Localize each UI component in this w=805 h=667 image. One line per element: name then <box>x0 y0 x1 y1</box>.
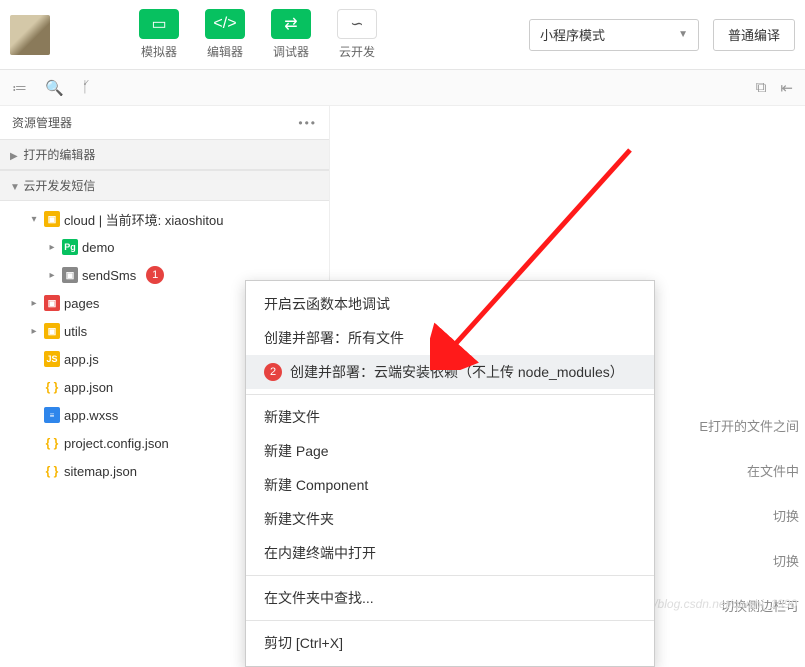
tree-cloud[interactable]: ▾ ▣ cloud | 当前环境: xiaoshitou <box>0 205 329 233</box>
ctx-deploy-cloud-deps[interactable]: 2 创建并部署：云端安装依赖（不上传 node_modules） <box>246 355 654 389</box>
hint-line: 在文件中 <box>747 461 799 480</box>
tree-cloud-label: cloud | 当前环境: xiaoshitou <box>64 210 223 229</box>
chevron-right-icon: ▸ <box>28 326 40 337</box>
app-header: ▭ 模拟器 </> 编辑器 ⇄ 调试器 ∽ 云开发 小程序模式 ▼ 普通编译 <box>0 0 805 70</box>
section-project[interactable]: ▼ 云开发发短信 <box>0 170 329 201</box>
chevron-down-icon: ▼ <box>10 182 20 193</box>
hint-line: 切换 <box>773 551 799 570</box>
debugger-label: 调试器 <box>273 43 309 60</box>
ctx-open-terminal[interactable]: 在内建终端中打开 <box>246 536 654 570</box>
tree-appjs-label: app.js <box>64 352 99 367</box>
device-icon: ▭ <box>151 14 166 34</box>
search-icon[interactable]: 🔍 <box>45 79 64 97</box>
sidebar-toolbar: ≔ 🔍 ᚶ ⧉ ⇤ <box>0 70 805 106</box>
ctx-cut[interactable]: 剪切 [Ctrl+X] <box>246 626 654 660</box>
hint-line: 切换 <box>773 506 799 525</box>
avatar <box>10 15 50 55</box>
more-icon[interactable]: ••• <box>298 116 317 130</box>
json-icon: { } <box>44 463 60 479</box>
tree-demo-label: demo <box>82 240 115 255</box>
ctx-new-file[interactable]: 新建文件 <box>246 400 654 434</box>
separator <box>246 394 654 395</box>
folder-orange-icon: ▣ <box>44 323 60 339</box>
editor-button[interactable]: </> 编辑器 <box>196 9 254 60</box>
folder-grey-icon: ▣ <box>62 267 78 283</box>
branch-icon[interactable]: ᚶ <box>82 79 91 96</box>
panel-icon[interactable]: ⧉ <box>756 79 767 97</box>
tool-group: ▭ 模拟器 </> 编辑器 ⇄ 调试器 ∽ 云开发 <box>130 9 386 60</box>
tree-utils-label: utils <box>64 324 87 339</box>
panel-title: 资源管理器 <box>12 114 72 131</box>
ctx-new-folder[interactable]: 新建文件夹 <box>246 502 654 536</box>
badge-1: 1 <box>146 266 164 284</box>
cloud-dev-button[interactable]: ∽ 云开发 <box>328 9 386 60</box>
compile-button[interactable]: 普通编译 <box>713 19 795 51</box>
js-icon: JS <box>44 351 60 367</box>
chevron-right-icon: ▸ <box>28 298 40 309</box>
tree-appwxss-label: app.wxss <box>64 408 118 423</box>
cloud-dev-label: 云开发 <box>339 43 375 60</box>
simulator-label: 模拟器 <box>141 43 177 60</box>
ctx-local-debug[interactable]: 开启云函数本地调试 <box>246 287 654 321</box>
badge-2: 2 <box>264 363 282 381</box>
collapse-icon[interactable]: ⇤ <box>780 79 793 97</box>
tree-sitemap-label: sitemap.json <box>64 464 137 479</box>
ctx-new-component[interactable]: 新建 Component <box>246 468 654 502</box>
chevron-down-icon: ▼ <box>678 29 688 40</box>
debugger-button[interactable]: ⇄ 调试器 <box>262 9 320 60</box>
folder-green-icon: Pg <box>62 239 78 255</box>
wxss-icon: ≡ <box>44 407 60 423</box>
chevron-right-icon: ▶ <box>10 151 20 162</box>
context-menu: 开启云函数本地调试 创建并部署：所有文件 2 创建并部署：云端安装依赖（不上传 … <box>245 280 655 667</box>
ctx-find-in-folder[interactable]: 在文件夹中查找... <box>246 581 654 615</box>
section-open-label: 打开的编辑器 <box>23 148 95 162</box>
chevron-right-icon: ▸ <box>46 242 58 253</box>
ctx-new-page[interactable]: 新建 Page <box>246 434 654 468</box>
ctx-deploy-all[interactable]: 创建并部署：所有文件 <box>246 321 654 355</box>
json-icon: { } <box>44 379 60 395</box>
shortcut-hints: E打开的文件之间 在文件中 切换 切换 切换侧边栏可 <box>699 416 799 615</box>
tree-pages-label: pages <box>64 296 99 311</box>
hint-line: E打开的文件之间 <box>699 416 799 435</box>
folder-red-icon: ▣ <box>44 295 60 311</box>
separator <box>246 575 654 576</box>
editor-label: 编辑器 <box>207 43 243 60</box>
mode-select-value: 小程序模式 <box>540 25 605 44</box>
code-icon: </> <box>213 15 236 33</box>
section-open-editors[interactable]: ▶ 打开的编辑器 <box>0 139 329 170</box>
cloud-icon: ∽ <box>350 14 363 34</box>
list-icon[interactable]: ≔ <box>12 79 27 97</box>
section-project-label: 云开发发短信 <box>23 179 95 193</box>
tree-sendsms-label: sendSms <box>82 268 136 283</box>
folder-cloud-icon: ▣ <box>44 211 60 227</box>
simulator-button[interactable]: ▭ 模拟器 <box>130 9 188 60</box>
tree-projectconfig-label: project.config.json <box>64 436 169 451</box>
json-icon: { } <box>44 435 60 451</box>
separator <box>246 620 654 621</box>
tree-appjson-label: app.json <box>64 380 113 395</box>
mode-select[interactable]: 小程序模式 ▼ <box>529 19 699 51</box>
panel-head: 资源管理器 ••• <box>0 106 329 139</box>
debug-icon: ⇄ <box>284 14 297 34</box>
tree-demo[interactable]: ▸ Pg demo <box>0 233 329 261</box>
compile-label: 普通编译 <box>728 25 780 44</box>
chevron-down-icon: ▾ <box>28 214 40 225</box>
chevron-right-icon: ▸ <box>46 270 58 281</box>
